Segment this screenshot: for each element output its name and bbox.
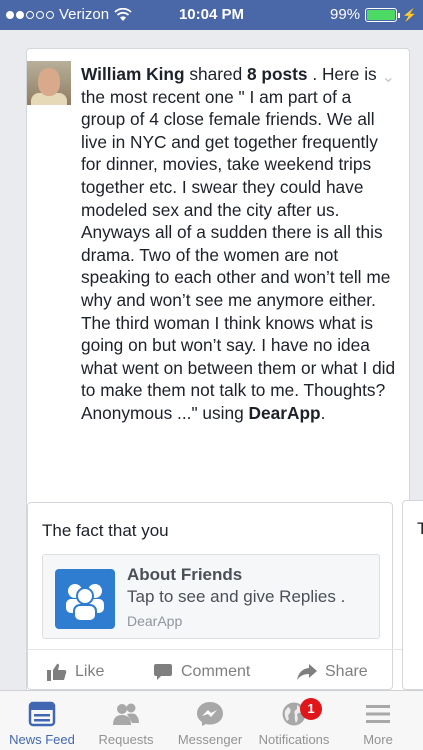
like-button[interactable]: Like (47, 663, 104, 681)
next-attachment-card[interactable]: T (402, 500, 423, 690)
post-message: . Here is the most recent one " I am par… (81, 64, 396, 423)
action-text: shared (189, 64, 243, 84)
app-source: DearApp (127, 613, 183, 629)
menu-icon (366, 705, 390, 723)
thumbs-up-icon (47, 663, 67, 681)
share-arrow-icon (297, 664, 317, 680)
tab-label: More (363, 732, 393, 747)
app-subtitle: Tap to see and give Replies . (127, 587, 346, 606)
battery-icon (365, 7, 401, 22)
app-preview[interactable]: About Friends Tap to see and give Replie… (42, 554, 380, 639)
tab-label: Requests (98, 732, 154, 747)
tab-news-feed[interactable]: News Feed (0, 691, 84, 750)
tab-label: News Feed (9, 732, 75, 747)
tab-notifications[interactable]: 1 Notifications (252, 691, 336, 750)
post-count-link[interactable]: 8 posts (247, 64, 308, 84)
tab-label: Messenger (177, 732, 243, 747)
status-bar: Verizon 10:04 PM 99% ⚡ (0, 0, 423, 30)
comment-button[interactable]: Comment (153, 663, 250, 681)
battery-level (367, 9, 395, 20)
app-link[interactable]: DearApp (249, 403, 321, 423)
messenger-icon (197, 702, 223, 726)
notification-badge: 1 (300, 698, 322, 720)
end-punctuation: . (320, 402, 326, 423)
battery-percent: 99% (330, 6, 361, 23)
comment-label: Comment (181, 663, 251, 680)
like-label: Like (75, 663, 105, 680)
battery-area: 99% ⚡ (330, 6, 417, 23)
author-name[interactable]: William King (81, 64, 185, 84)
feed-story-card: ⌄ William King shared 8 posts . Here is … (26, 48, 411, 693)
tab-more[interactable]: More (336, 691, 420, 750)
story-actions: Like Comment Share (27, 649, 411, 693)
share-button[interactable]: Share (297, 663, 368, 681)
tab-messenger[interactable]: Messenger (168, 691, 252, 750)
avatar[interactable] (27, 61, 71, 105)
tab-requests[interactable]: Requests (84, 691, 168, 750)
news-feed-icon (28, 701, 56, 727)
share-label: Share (325, 663, 368, 680)
post-body: William King shared 8 posts . Here is th… (81, 63, 396, 425)
comment-icon (154, 664, 172, 680)
friends-app-icon (55, 569, 115, 629)
tab-bar: News Feed Requests Messenger 1 Notificat… (0, 690, 423, 750)
charging-icon: ⚡ (402, 7, 417, 22)
tab-label: Notifications (258, 732, 330, 747)
app-name: About Friends (127, 565, 243, 584)
next-attachment-title: T (417, 519, 423, 538)
attachment-title: The fact that you (42, 521, 169, 540)
requests-icon (113, 703, 139, 725)
